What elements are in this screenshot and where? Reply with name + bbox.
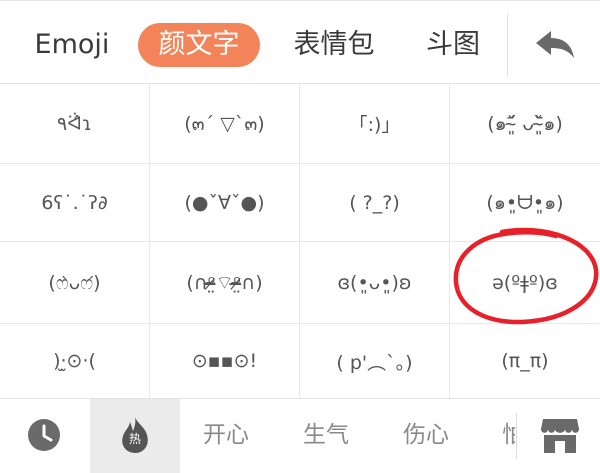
bottom-category-bar: 热 开心 生气 伤心 怕 (0, 398, 600, 473)
tab-kaomoji[interactable]: 颜文字 (138, 23, 260, 67)
kaomoji-cell[interactable]: 「:)」 (300, 84, 450, 164)
kaomoji-cell[interactable]: (∩ᵒ̴̶̷̤⌔ᵒ̴̶̷̤∩) (150, 242, 300, 324)
kaomoji-cell[interactable]: (ෆ̀ᴗෆ́) (0, 242, 150, 324)
tab-meme-battle[interactable]: 斗图 (420, 23, 486, 67)
history-button[interactable] (0, 399, 90, 473)
back-button[interactable] (520, 17, 592, 73)
divider (507, 13, 508, 77)
red-circle-annotation (453, 227, 599, 325)
kaomoji-cell[interactable]: ( p'︵`。) (300, 324, 450, 398)
kaomoji-cell[interactable]: (๓´ ▽`๓) (150, 84, 300, 164)
tab-stickers[interactable]: 表情包 (286, 23, 382, 67)
kaomoji-cell[interactable]: ɞ(•͈ᴗ•͈)ʚ (300, 242, 450, 324)
kaomoji-cell[interactable]: ⊙▪▪⊙! (150, 324, 300, 398)
store-button[interactable] (520, 399, 600, 473)
category-angry[interactable]: 生气 (303, 417, 349, 453)
kaomoji-cell[interactable]: (π_π) (450, 324, 600, 398)
kaomoji-cell[interactable]: (●ˇ∀ˇ●) (150, 164, 300, 242)
hot-label: 热 (128, 432, 141, 446)
store-icon (541, 419, 579, 453)
tab-emoji[interactable]: Emoji (30, 23, 114, 67)
category-scared[interactable]: 怕 (502, 417, 515, 453)
clock-icon (28, 419, 60, 451)
kaomoji-cell[interactable]: ( ?_?) (300, 164, 450, 242)
category-tab-bar: Emoji 颜文字 表情包 斗图 (0, 0, 600, 84)
divider (516, 413, 517, 459)
kaomoji-cell[interactable]: )·̫⊙·( (0, 324, 150, 398)
hot-category-button[interactable]: 热 (90, 399, 180, 473)
kaomoji-cell[interactable]: ٩ᐛ̂ɿ (0, 84, 150, 164)
kaomoji-cell[interactable]: (๑ˇ̴͈᷄ ᴗˇ̴͈᷅๑) (450, 84, 600, 164)
category-sad[interactable]: 伤心 (403, 417, 449, 453)
category-happy[interactable]: 开心 (203, 417, 249, 453)
back-arrow-icon (536, 31, 574, 58)
kaomoji-cell[interactable]: 6ʕ˙.˙ʔ∂ (0, 164, 150, 242)
